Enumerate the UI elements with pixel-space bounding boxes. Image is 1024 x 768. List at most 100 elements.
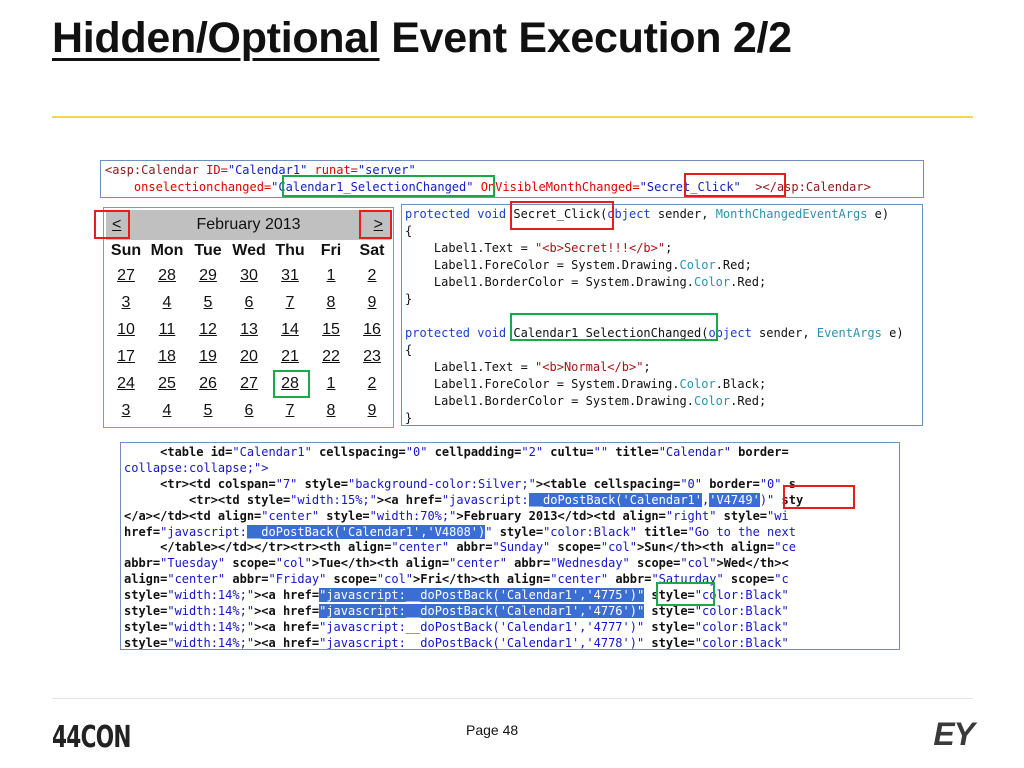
calendar-day[interactable]: 9 xyxy=(353,294,391,312)
code-token: "0" xyxy=(680,476,703,491)
weekday-header: Sat xyxy=(359,242,385,259)
code-token: Label1.Text = xyxy=(405,360,536,374)
calendar-day[interactable]: 2 xyxy=(353,375,391,393)
code-token: e) xyxy=(867,207,890,221)
code-token: </a></td><td align= xyxy=(124,508,262,523)
code-token: .Red; xyxy=(715,258,752,272)
code-token: "Calendar1" xyxy=(227,163,308,177)
code-token: s xyxy=(781,476,796,491)
calendar-day[interactable]: 3 xyxy=(107,402,145,420)
code-token: <table id= xyxy=(124,445,233,459)
footer-divider xyxy=(52,698,973,699)
code-token: "center" xyxy=(550,572,609,587)
code-token: "center" xyxy=(261,508,320,523)
code-token: "color:Black" xyxy=(543,524,637,539)
code-token: collapse:collapse;"> xyxy=(124,460,269,475)
calendar-day[interactable]: 8 xyxy=(312,402,350,420)
calendar-day[interactable]: 28 xyxy=(148,267,186,285)
calendar-day[interactable]: 6 xyxy=(230,294,268,312)
calendar-day[interactable]: 10 xyxy=(107,321,145,339)
code-token: sender, xyxy=(650,207,716,221)
calendar-day[interactable]: 28 xyxy=(271,375,309,393)
calendar-day[interactable]: 8 xyxy=(312,294,350,312)
code-token: ; xyxy=(643,360,651,374)
code-token: title= xyxy=(636,524,688,539)
calendar-day[interactable]: 2 xyxy=(353,267,391,285)
code-token: EventArgs xyxy=(816,326,882,340)
code-token: "0" xyxy=(405,445,428,459)
title-underlined: Hidden/Optional xyxy=(52,14,380,62)
code-token: style= xyxy=(124,588,168,603)
calendar-day[interactable]: 15 xyxy=(312,321,350,339)
code-token: scope= xyxy=(225,556,276,571)
calendar-day[interactable]: 6 xyxy=(230,402,268,420)
calendar-day[interactable]: 9 xyxy=(353,402,391,420)
code-token: "javascript:__doPostBack('Calendar1','47… xyxy=(319,588,645,603)
calendar-day[interactable]: 5 xyxy=(189,294,227,312)
calendar-day[interactable]: 30 xyxy=(230,267,268,285)
calendar-day[interactable]: 19 xyxy=(189,348,227,366)
code-token: Label1.Text = xyxy=(405,241,536,255)
calendar-day[interactable]: 18 xyxy=(148,348,186,366)
calendar-day[interactable]: 4 xyxy=(148,402,186,420)
code-token: ><a href= xyxy=(254,619,320,634)
code-token: __doPostBack('Calendar1','V4808') xyxy=(246,524,486,539)
code-token: "Tuesday" xyxy=(160,556,226,571)
code-token: "javascript:__doPostBack('Calendar1','47… xyxy=(319,619,645,634)
code-token: "server" xyxy=(357,163,416,177)
code-token: protected void xyxy=(405,326,514,340)
code-token: { xyxy=(405,343,413,357)
code-token: "Saturday" xyxy=(651,572,724,587)
code-token: onselectionchanged= xyxy=(105,180,272,194)
weekday-header: Sun xyxy=(110,242,142,259)
calendar-day[interactable]: 23 xyxy=(353,348,391,366)
next-month-link[interactable]: > xyxy=(374,216,383,234)
calendar-day[interactable]: 16 xyxy=(353,321,391,339)
code-token: ><a href= xyxy=(376,492,442,507)
code-token: 'V4749' xyxy=(709,492,760,507)
code-token: "Sunday" xyxy=(492,540,551,555)
code-behind-snippet: protected void Secret_Click(object sende… xyxy=(401,204,923,426)
calendar-day[interactable]: 7 xyxy=(271,402,309,420)
calendar-day[interactable]: 4 xyxy=(148,294,186,312)
calendar-day[interactable]: 22 xyxy=(312,348,350,366)
rendered-html-snippet: <table id="Calendar1" cellspacing="0" ce… xyxy=(120,442,900,650)
calendar-day[interactable]: 24 xyxy=(107,375,145,393)
code-token: "ce xyxy=(774,540,796,555)
calendar-day[interactable]: 7 xyxy=(271,294,309,312)
code-token: "color:Black" xyxy=(694,588,789,603)
code-token: style= xyxy=(644,619,695,634)
calendar-day[interactable]: 12 xyxy=(189,321,227,339)
calendar-day[interactable]: 25 xyxy=(148,375,186,393)
code-token: "color:Black" xyxy=(694,635,789,650)
calendar-day[interactable]: 21 xyxy=(271,348,309,366)
calendar-day[interactable]: 3 xyxy=(107,294,145,312)
calendar-day[interactable]: 20 xyxy=(230,348,268,366)
code-token: style= xyxy=(492,524,544,539)
code-token: "col" xyxy=(600,540,637,555)
calendar-day[interactable]: 29 xyxy=(189,267,227,285)
calendar-day[interactable]: 26 xyxy=(189,375,227,393)
calendar-day[interactable]: 17 xyxy=(107,348,145,366)
code-token: abbr= xyxy=(124,556,161,571)
code-token: "javascript: xyxy=(441,492,529,507)
code-token: ><a href= xyxy=(254,635,320,650)
calendar-day[interactable]: 1 xyxy=(312,375,350,393)
code-token: border= xyxy=(730,445,789,459)
code-token: style= xyxy=(644,588,695,603)
calendar-day[interactable]: 13 xyxy=(230,321,268,339)
code-token: "width:14%;" xyxy=(167,604,255,619)
calendar-day[interactable]: 1 xyxy=(312,267,350,285)
calendar-day[interactable]: 14 xyxy=(271,321,309,339)
calendar-day[interactable]: 27 xyxy=(107,267,145,285)
calendar-day[interactable]: 11 xyxy=(148,321,186,339)
code-token: } xyxy=(405,411,413,425)
calendar-day[interactable]: 27 xyxy=(230,375,268,393)
calendar-month-title: February 2013 xyxy=(196,216,301,233)
calendar-day[interactable]: 5 xyxy=(189,402,227,420)
calendar-day[interactable]: 31 xyxy=(271,267,309,285)
code-token: style= xyxy=(644,635,695,650)
code-token: style= xyxy=(644,604,695,619)
code-token: abbr= xyxy=(225,572,269,587)
code-token: >Wed</th>< xyxy=(716,556,789,571)
